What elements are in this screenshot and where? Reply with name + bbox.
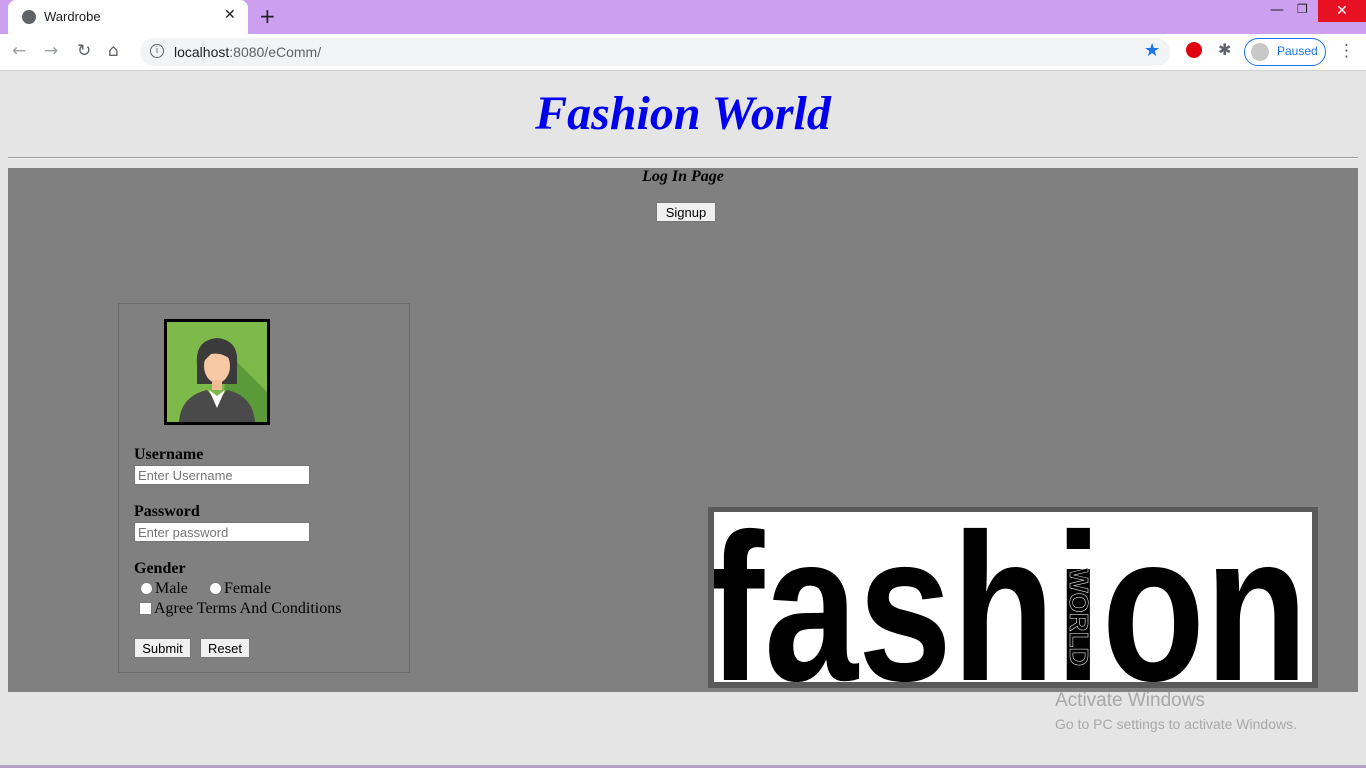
male-radio[interactable] [140,582,153,595]
gender-label: Gender [134,560,186,577]
menu-icon[interactable]: ⋮ [1338,41,1355,61]
star-icon[interactable]: ★ [1144,40,1160,61]
password-label: Password [134,503,200,520]
fashion-world-logo: fashion WORLD [708,507,1318,688]
page-label: Log In Page [642,168,724,185]
close-tab-icon[interactable]: ✕ [224,7,236,23]
tab-strip: Wardrobe ✕ + — ❐ ✕ [0,0,1366,34]
female-radio[interactable] [209,582,222,595]
browser-toolbar: ← → ↻ ⌂ i localhost:8080/eComm/ ★ ✱ Paus… [0,34,1366,71]
username-input[interactable] [134,465,310,485]
avatar [1251,43,1269,61]
username-label: Username [134,446,204,463]
logo-image: fashion WORLD [714,512,1312,682]
activate-windows-watermark: Activate Windows Go to PC settings to ac… [1055,690,1297,732]
divider [8,157,1358,159]
woman-avatar-icon [167,322,267,422]
logo-subtext: WORLD [1064,568,1094,666]
terms-label: Agree Terms And Conditions [154,600,342,617]
reload-icon[interactable]: ↻ [77,41,91,61]
logo-wordmark: fashion [714,512,1308,682]
window-close-icon[interactable]: ✕ [1318,0,1366,22]
profile-status: Paused [1277,44,1318,58]
home-icon[interactable]: ⌂ [108,41,119,61]
login-panel: Log In Page Signup Username Password Gen… [8,168,1358,692]
forward-icon[interactable]: → [44,41,58,61]
reset-button[interactable]: Reset [200,638,250,658]
url-text[interactable]: localhost:8080/eComm/ [174,44,321,60]
url-host: localhost [174,44,230,60]
male-label: Male [155,580,188,597]
url-path: :8080/eComm/ [229,44,322,60]
watermark-title: Activate Windows [1055,690,1205,711]
opera-icon[interactable] [1186,42,1202,58]
address-bar[interactable]: i localhost:8080/eComm/ ★ [140,38,1170,66]
profile-button[interactable]: Paused [1244,38,1326,66]
watermark-subtitle: Go to PC settings to activate Windows. [1055,716,1297,732]
info-icon[interactable]: i [150,44,164,58]
login-form: Username Password Gender Male Female Agr… [118,303,410,673]
new-tab-icon[interactable]: + [259,4,276,28]
signup-button[interactable]: Signup [656,202,716,222]
user-avatar-image [164,319,270,425]
female-label: Female [224,580,272,597]
site-title: Fashion World [535,87,831,140]
logo-artwork: fashion WORLD [714,512,1308,682]
minimize-icon[interactable]: — [1270,2,1284,18]
password-input[interactable] [134,522,310,542]
browser-tab[interactable]: Wardrobe ✕ [8,0,248,34]
restore-icon[interactable]: ❐ [1297,2,1308,16]
globe-icon [22,10,36,24]
terms-checkbox[interactable] [139,602,152,615]
submit-button[interactable]: Submit [134,638,191,658]
back-icon[interactable]: ← [12,41,26,61]
tab-title: Wardrobe [44,9,101,24]
puzzle-icon[interactable]: ✱ [1218,40,1231,59]
